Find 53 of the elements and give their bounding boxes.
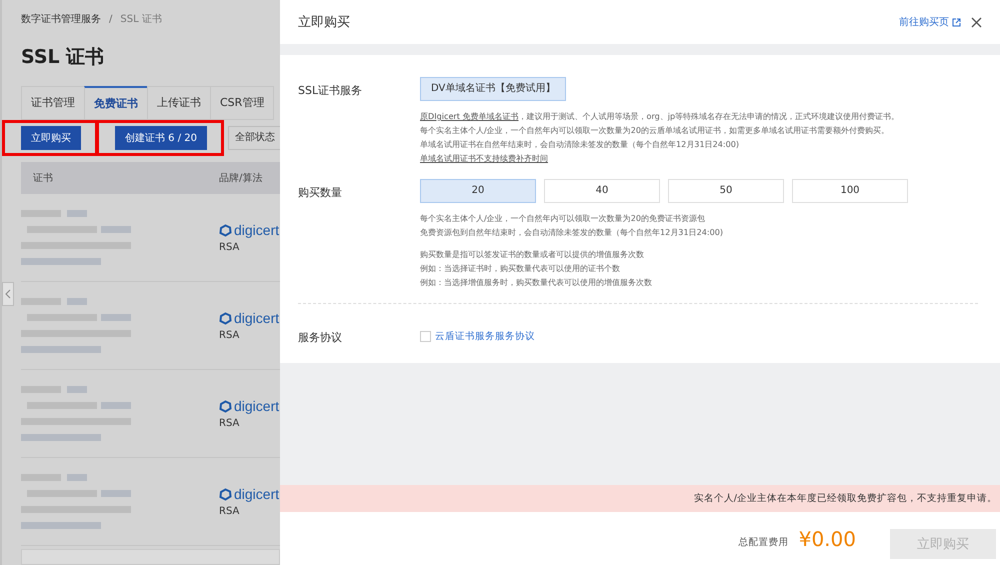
option-button[interactable]: 50 — [668, 179, 784, 203]
algorithm-text: RSA — [219, 330, 240, 341]
tab[interactable]: 免费证书 — [84, 86, 148, 120]
algorithm-text: RSA — [219, 506, 240, 517]
price-text: ¥0.00 — [798, 526, 856, 550]
collapse-handle[interactable] — [2, 282, 14, 306]
note-text: 原DIgicert 免费单域名证书，建议用于测试、个人试用等场景，org、jp等特殊域名存在无法申请的情况，正式环境建议使用付费证书。 — [420, 110, 900, 123]
ring-icon — [219, 312, 232, 324]
link[interactable]: 原DIgicert 免费单域名证书 — [420, 111, 519, 121]
page-title: SSL 证书 — [21, 45, 106, 70]
tab[interactable]: CSR管理 — [210, 86, 274, 120]
drawer-title: 立即购买 — [298, 14, 351, 31]
total-label: 总配置费用 — [738, 536, 789, 549]
option-button[interactable]: 20 — [420, 179, 536, 203]
column-header: 证书 — [33, 172, 54, 185]
breadcrumb-separator: / — [109, 14, 112, 24]
algorithm-text: RSA — [219, 242, 240, 253]
algorithm-text: RSA — [219, 418, 240, 429]
note-text: 例如：当选择增值服务时，购买数量代表可以使用的增值服务次数 — [420, 276, 652, 289]
action-button[interactable]: 立即购买 — [21, 126, 81, 150]
note-text: 单域名试用证书在自然年结束时，会自动清除未签发的数量（每个自然年12月31日24:00) — [420, 138, 740, 151]
close-icon[interactable] — [971, 16, 982, 28]
column-header: 品牌/算法 — [219, 172, 264, 185]
field-label: 购买数量 — [298, 185, 343, 200]
option-button[interactable]: 40 — [544, 179, 660, 203]
option-button[interactable]: DV单域名证书【免费试用】 — [420, 77, 566, 101]
field-label: SSL证书服务 — [298, 83, 364, 98]
tab[interactable]: 证书管理 — [21, 86, 85, 120]
ring-icon — [219, 400, 232, 412]
note-text: 每个实名主体个人/企业，一个自然年内可以领取一次数量为20的云盾单域名试用证书，如需更多单域名试用证书需要额外付费购买。 — [420, 124, 890, 137]
alert-message: 实名个人/企业主体在本年度已经领取免费扩容包，不支持重复申请。 — [280, 485, 1000, 512]
brand-logo: digicert — [219, 398, 280, 414]
brand-logo: digicert — [219, 310, 280, 326]
brand-logo: digicert — [219, 486, 280, 502]
breadcrumb-item: SSL 证书 — [120, 12, 162, 26]
note-text: 购买数量是指可以签发证书的数量或者可以提供的增值服务次数 — [420, 248, 645, 261]
link[interactable]: 单域名试用证书不支持续费补齐时间 — [420, 153, 548, 163]
ring-icon — [219, 488, 232, 500]
chevron-left-icon — [5, 289, 11, 299]
tab[interactable]: 上传证书 — [147, 86, 211, 120]
agreement-link[interactable]: 云盾证书服务服务协议 — [435, 330, 535, 343]
option-button[interactable]: 100 — [792, 179, 908, 203]
brand-logo: digicert — [219, 222, 280, 238]
purchase-page-link[interactable]: 前往购买页 — [899, 15, 961, 29]
note-text: 例如：当选择证书时，购买数量代表可以使用的证书个数 — [420, 262, 621, 275]
note-text: 每个实名主体个人/企业，一个自然年内可以领取一次数量为20的免费证书资源包 — [420, 212, 706, 225]
field-label: 服务协议 — [298, 330, 343, 345]
checkbox[interactable] — [420, 331, 431, 342]
external-link-icon — [952, 18, 961, 26]
ring-icon — [219, 224, 232, 236]
note-text: 免费资源包到自然年结束时，会自动清除未签发的数量（每个自然年12月31日24:00) — [420, 226, 724, 239]
breadcrumb-item[interactable]: 数字证书管理服务 — [21, 12, 101, 26]
action-button[interactable]: 创建证书 6 / 20 — [115, 126, 207, 150]
